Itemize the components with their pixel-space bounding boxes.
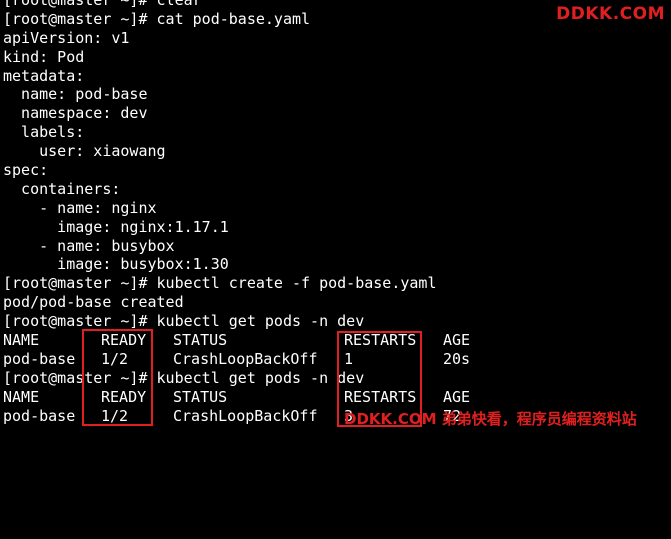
col-header-status: STATUS xyxy=(173,331,228,350)
cell-ready: 1/2 xyxy=(101,349,129,368)
terminal-line: apiVersion: v1 xyxy=(3,28,130,47)
terminal-line: image: busybox:1.30 xyxy=(3,255,229,274)
terminal-line: [root@master ~]# kubectl create -f pod-b… xyxy=(3,274,437,293)
table-row: pod-base 1/2 CrashLoopBackOff 1 20s xyxy=(3,350,671,369)
terminal-line: kind: Pod xyxy=(3,47,85,66)
terminal-line: labels: xyxy=(3,123,85,142)
terminal-line: [root@master ~]# kubectl get pods -n dev xyxy=(3,368,365,387)
watermark-top: DDKK.COM xyxy=(556,4,665,24)
col-header-name: NAME xyxy=(3,331,40,350)
cell-status: CrashLoopBackOff xyxy=(173,406,318,425)
terminal-line: user: xiaowang xyxy=(3,142,166,161)
terminal-line: [root@master ~]# kubectl get pods -n dev xyxy=(3,312,365,331)
cell-ready: 1/2 xyxy=(101,406,129,425)
col-header-status: STATUS xyxy=(173,387,228,406)
col-header-name: NAME xyxy=(3,387,40,406)
cell-status: CrashLoopBackOff xyxy=(173,349,318,368)
table-header-row: NAME READY STATUS RESTARTS AGE xyxy=(3,388,671,407)
col-header-restarts: RESTARTS xyxy=(344,331,417,350)
terminal-line: - name: busybox xyxy=(3,236,175,255)
terminal-line: namespace: dev xyxy=(3,104,148,123)
cell-name: pod-base xyxy=(3,349,76,368)
terminal-line: spec: xyxy=(3,161,49,180)
terminal-line: name: pod-base xyxy=(3,85,148,104)
terminal-line: pod/pod-base created xyxy=(3,293,184,312)
cell-age: 20s xyxy=(443,349,471,368)
col-header-restarts: RESTARTS xyxy=(344,387,417,406)
table-header-row: NAME READY STATUS RESTARTS AGE xyxy=(3,331,671,350)
terminal-line: containers: xyxy=(3,179,121,198)
col-header-age: AGE xyxy=(443,387,471,406)
terminal-output: [root@master ~]# clear [root@master ~]# … xyxy=(3,0,671,425)
terminal-line: metadata: xyxy=(3,66,85,85)
col-header-ready: READY xyxy=(101,387,147,406)
col-header-age: AGE xyxy=(443,331,471,350)
terminal-line: image: nginx:1.17.1 xyxy=(3,217,229,236)
col-header-ready: READY xyxy=(101,331,147,350)
cell-name: pod-base xyxy=(3,406,76,425)
cell-restarts: 1 xyxy=(344,349,354,368)
watermark-bottom: DDKK.COM 弟弟快看，程序员编程资料站 xyxy=(344,410,637,428)
terminal-line: - name: nginx xyxy=(3,198,157,217)
